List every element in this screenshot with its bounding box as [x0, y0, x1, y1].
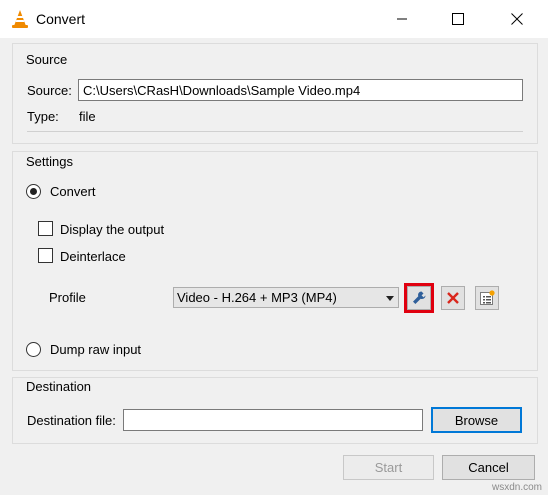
vlc-cone-icon	[12, 10, 28, 28]
type-label: Type:	[27, 109, 59, 124]
display-output-checkbox[interactable]	[38, 221, 53, 236]
destination-group-label: Destination	[26, 379, 92, 394]
profile-label: Profile	[49, 290, 86, 305]
profile-select-value: Video - H.264 + MP3 (MP4)	[177, 290, 337, 305]
cancel-button[interactable]: Cancel	[442, 455, 535, 480]
source-label: Source:	[27, 83, 72, 98]
settings-group-label: Settings	[26, 154, 73, 169]
delete-x-icon	[447, 292, 459, 304]
new-list-icon	[480, 290, 495, 305]
source-divider	[27, 131, 523, 132]
minimize-button[interactable]	[379, 0, 425, 38]
edit-profile-button[interactable]	[407, 286, 431, 310]
deinterlace-label: Deinterlace	[60, 249, 126, 264]
minimize-icon	[397, 18, 407, 20]
maximize-icon	[452, 13, 464, 25]
window-title: Convert	[36, 11, 86, 27]
display-output-label: Display the output	[60, 222, 165, 237]
delete-profile-button[interactable]	[441, 286, 465, 310]
wrench-icon	[413, 291, 426, 304]
source-input[interactable]	[78, 79, 523, 101]
maximize-button[interactable]	[435, 0, 481, 38]
source-group-label: Source	[26, 52, 68, 67]
dump-raw-label: Dump raw input	[50, 342, 142, 357]
type-value: file	[79, 109, 96, 124]
start-button[interactable]: Start	[343, 455, 434, 480]
chevron-down-icon	[386, 296, 394, 301]
new-profile-button[interactable]	[475, 286, 499, 310]
convert-radio[interactable]	[26, 184, 41, 199]
destination-file-label: Destination file:	[27, 413, 116, 428]
close-icon	[511, 13, 523, 25]
convert-label: Convert	[50, 184, 96, 199]
destination-file-input[interactable]	[123, 409, 423, 431]
close-button[interactable]	[494, 0, 540, 38]
radio-selected-dot	[30, 188, 37, 195]
dump-raw-radio[interactable]	[26, 342, 41, 357]
browse-button[interactable]: Browse	[431, 407, 522, 433]
title-bar: Convert	[0, 0, 548, 38]
deinterlace-checkbox[interactable]	[38, 248, 53, 263]
watermark-text: wsxdn.com	[491, 482, 542, 493]
profile-select[interactable]: Video - H.264 + MP3 (MP4)	[173, 287, 399, 308]
